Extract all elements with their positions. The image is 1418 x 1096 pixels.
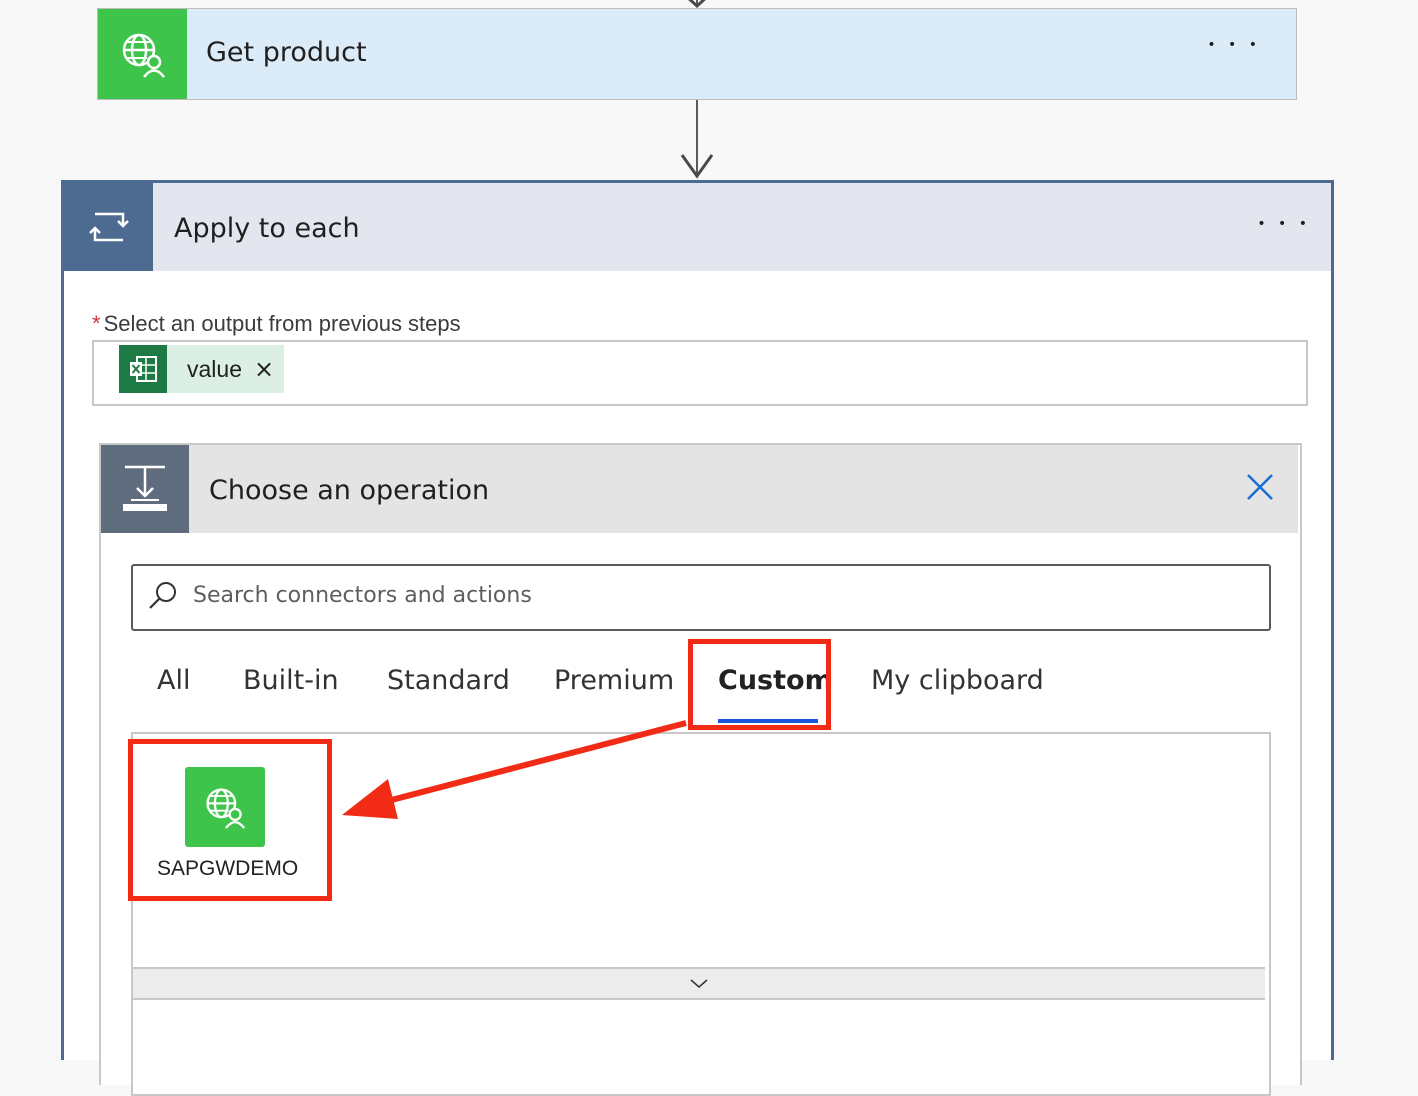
globe-person-icon: [98, 9, 187, 99]
operation-icon: [101, 445, 189, 533]
token-label: value: [187, 355, 242, 382]
get-product-title: Get product: [206, 37, 367, 68]
tab-standard[interactable]: Standard: [387, 665, 510, 696]
required-mark: *: [92, 311, 101, 336]
search-icon: [149, 582, 176, 609]
search-box[interactable]: [131, 564, 1271, 631]
tab-my-clipboard[interactable]: My clipboard: [871, 665, 1044, 696]
get-product-more-button[interactable]: • • •: [1207, 38, 1261, 52]
apply-to-each-header[interactable]: Apply to each • • •: [64, 183, 1331, 271]
search-input[interactable]: [193, 566, 1253, 625]
excel-icon: [119, 345, 167, 393]
arrow-down-icon: [680, 154, 714, 179]
output-field-input[interactable]: value ×: [92, 340, 1308, 406]
choose-operation-header: Choose an operation: [101, 445, 1298, 533]
output-field-label: * Select an output from previous steps: [92, 311, 461, 337]
chevron-down-icon: [690, 978, 708, 988]
annotation-arrow: [342, 720, 687, 819]
get-product-card[interactable]: Get product • • •: [97, 8, 1297, 100]
tab-all[interactable]: All: [157, 665, 190, 696]
close-icon[interactable]: [1240, 467, 1280, 507]
tab-premium[interactable]: Premium: [554, 665, 674, 696]
tab-built-in[interactable]: Built-in: [243, 665, 339, 696]
connector-highlight: [128, 739, 332, 901]
value-token[interactable]: value ×: [119, 345, 284, 393]
expand-results-button[interactable]: [133, 967, 1265, 1000]
loop-icon: [64, 183, 153, 271]
apply-to-each-more-button[interactable]: • • •: [1257, 217, 1311, 231]
choose-operation-title: Choose an operation: [209, 475, 490, 506]
apply-to-each-card: Apply to each • • • * Select an output fr…: [61, 180, 1334, 1096]
custom-tab-highlight: [688, 639, 831, 730]
output-field-label-text: Select an output from previous steps: [103, 311, 461, 336]
remove-token-icon[interactable]: ×: [254, 357, 274, 381]
apply-to-each-title: Apply to each: [174, 213, 360, 244]
